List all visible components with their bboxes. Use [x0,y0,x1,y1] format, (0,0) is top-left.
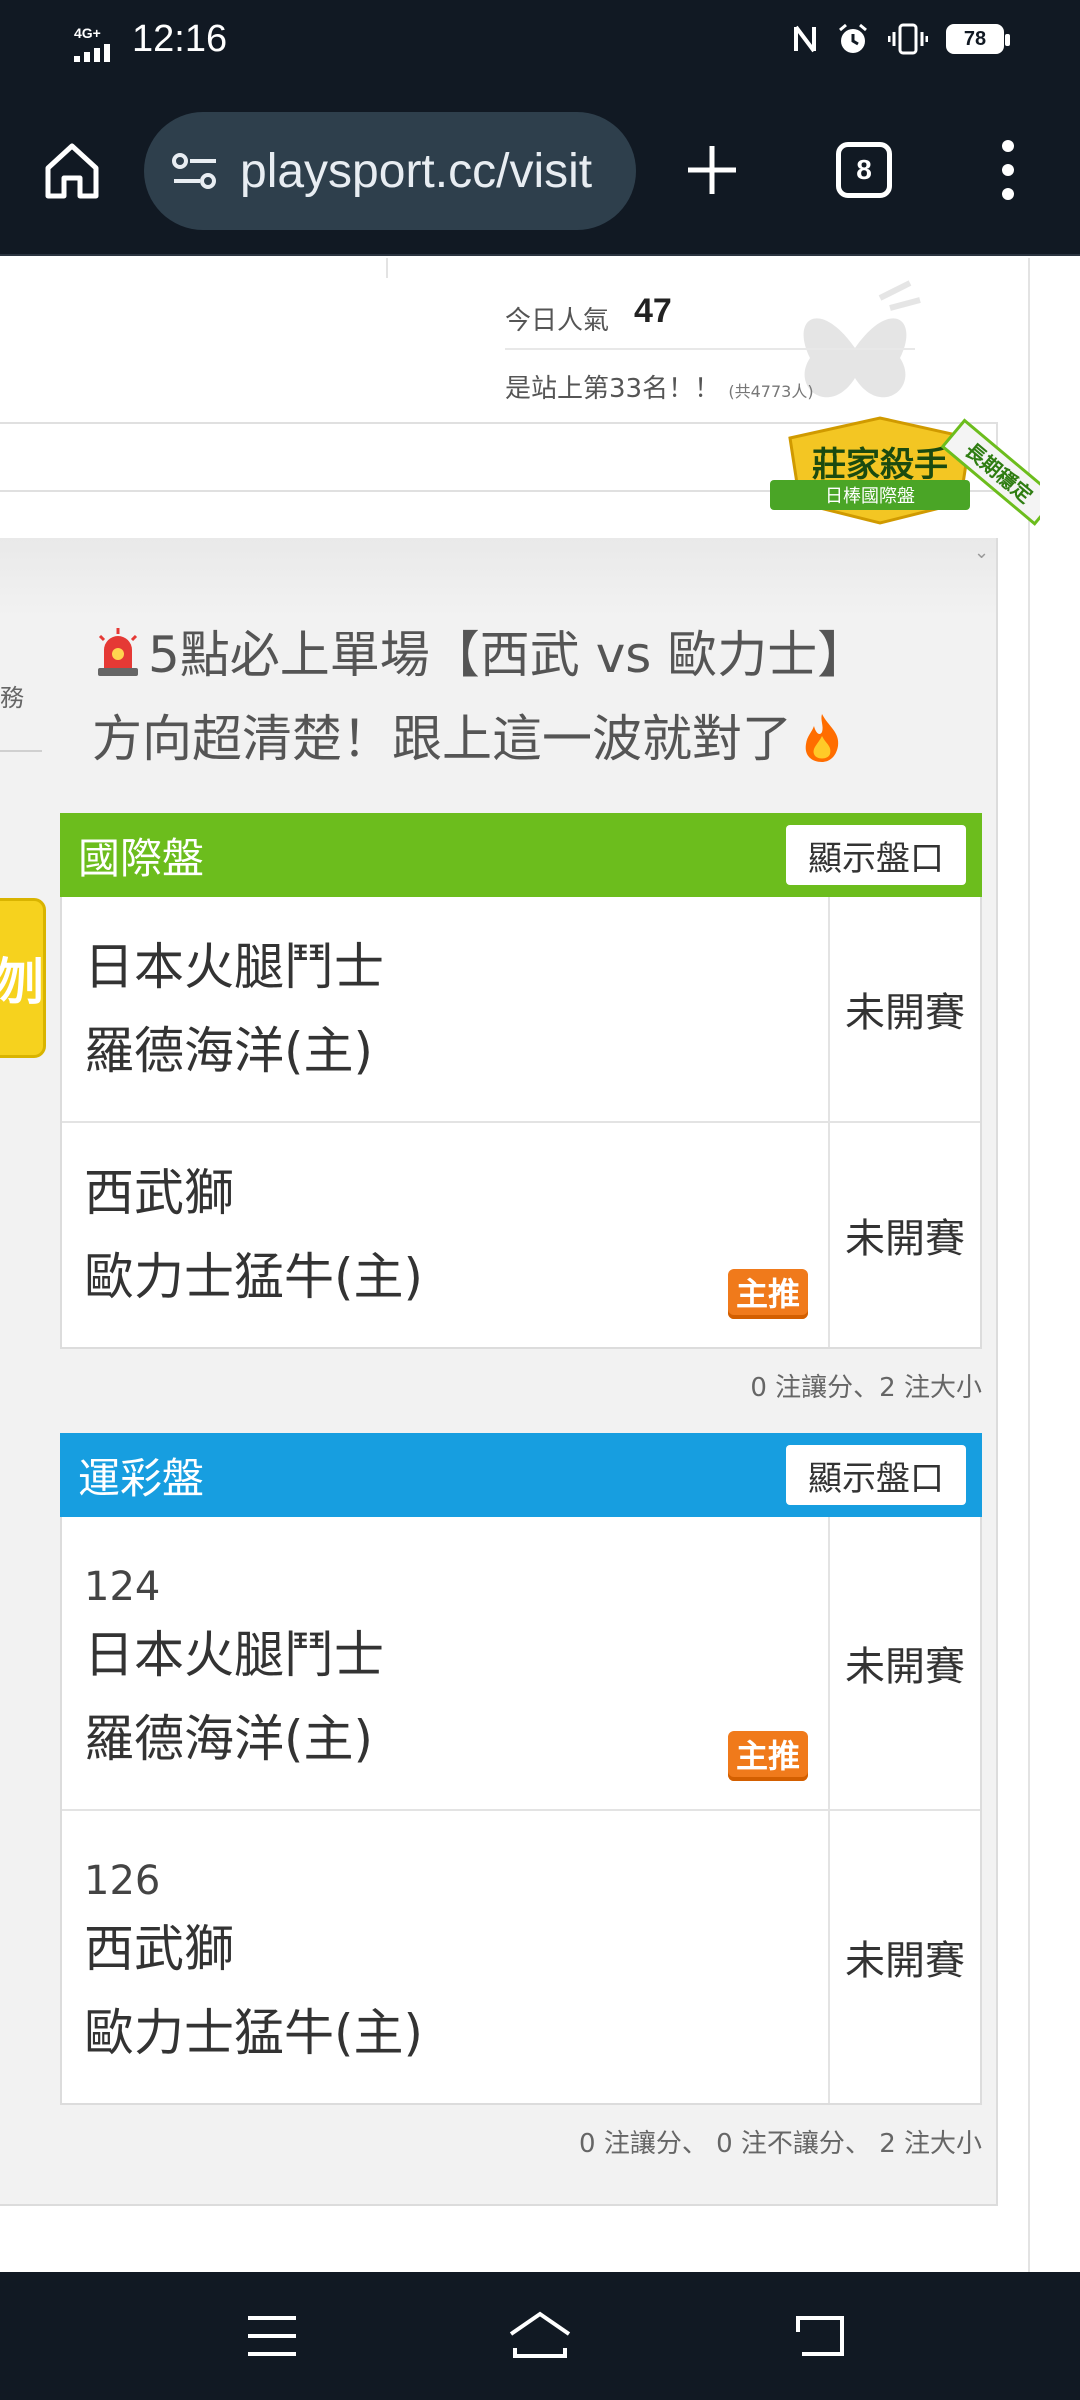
back-icon[interactable] [792,2308,852,2364]
url-text[interactable]: playsport.cc/visit [240,144,592,199]
intl-section-title: 國際盤 [78,833,205,883]
rank-label: 是站上第33名！！ [505,374,721,404]
lottery-section-header: 運彩盤 顯示盤口 [60,1433,982,1517]
show-odds-button[interactable]: 顯示盤口 [786,1445,966,1505]
divider [386,258,388,278]
signal-icon: 4G+ [74,25,110,62]
recent-apps-icon[interactable] [242,2308,302,2364]
overflow-menu-icon[interactable] [990,136,1026,204]
popularity-value: 47 [634,292,672,330]
svg-text:4G+: 4G+ [74,25,101,41]
main-pick-badge: 主推 [727,1269,808,1319]
tab-switcher-button[interactable]: 8 [836,142,892,198]
match-teams: 日本火腿鬥士 羅德海洋(主) [62,897,830,1121]
lottery-section-title: 運彩盤 [78,1453,205,1503]
popularity-label: 今日人氣 [505,306,610,336]
game-number: 124 [84,1564,161,1610]
away-team: 日本火腿鬥士 [84,1626,384,1684]
match-status: 未開賽 [845,1216,965,1262]
match-status: 未開賽 [845,1644,965,1690]
divider [0,750,42,752]
match-status: 未開賽 [845,1938,965,1984]
headline-line-1: 5點必上單場【西武 vs 歐力士】 [92,613,952,697]
home-nav-icon[interactable] [505,2308,575,2364]
vibrate-icon [888,23,928,55]
badge-subtitle: 日棒國際盤 [825,486,915,507]
match-row[interactable]: 西武獅 歐力士猛牛(主) 主推 未開賽 [62,1121,980,1347]
main-pick-badge: 主推 [727,1731,808,1781]
new-tab-icon[interactable] [680,138,744,202]
game-number: 126 [84,1858,161,1904]
system-nav-bar [0,2272,1080,2400]
butterfly-watermark-icon [803,280,921,398]
show-odds-button[interactable]: 顯示盤口 [786,825,966,885]
away-team: 西武獅 [84,1164,234,1222]
pick-summary: 0 注讓分、 0 注不讓分、 2 注大小 [579,2129,982,2159]
match-row[interactable]: 124 日本火腿鬥士 羅德海洋(主) 主推 未開賽 [62,1517,980,1809]
siren-icon [98,628,138,676]
web-page: 今日人氣 47 是站上第33名！！ (共4773人) ⌄ 務 刎 莊家殺手 日棒… [0,258,1080,2272]
achievement-badge: 莊家殺手 日棒國際盤 長期穩定 [770,416,1040,526]
home-team: 羅德海洋(主) [84,1710,374,1768]
status-bar: 4G+ 12:16 78 [0,0,1080,88]
side-tab-button[interactable]: 刎 [0,898,46,1058]
battery-icon: 78 [946,24,1010,54]
alarm-icon [839,23,867,53]
prediction-headline[interactable]: 5點必上單場【西武 vs 歐力士】 方向超清楚！跟上這一波就對了 [92,613,952,781]
fire-icon [805,714,839,762]
home-team: 歐力士猛牛(主) [84,1248,424,1306]
site-settings-icon[interactable] [170,145,222,197]
clock: 12:16 [132,18,228,60]
side-tab-label: 刎 [0,953,44,1011]
home-team: 歐力士猛牛(主) [84,2004,424,2062]
home-icon[interactable] [40,138,104,202]
away-team: 西武獅 [84,1920,234,1978]
intl-section-header: 國際盤 顯示盤口 [60,813,982,897]
badge-title: 莊家殺手 [812,445,948,485]
nfc-icon [794,25,816,53]
address-bar[interactable]: playsport.cc/visit [144,112,636,230]
headline-line-2: 方向超清楚！跟上這一波就對了 [92,697,952,781]
lottery-match-list: 124 日本火腿鬥士 羅德海洋(主) 主推 未開賽 126 西武獅 歐力士猛牛(… [60,1517,982,2105]
headline-text-2: 方向超清楚！跟上這一波就對了 [92,710,792,768]
lottery-odds-section: 運彩盤 顯示盤口 124 日本火腿鬥士 羅德海洋(主) 主推 未開賽 126 西… [60,1433,982,2160]
home-team: 羅德海洋(主) [84,1022,374,1080]
divider [1028,258,1030,2272]
match-teams: 124 日本火腿鬥士 羅德海洋(主) 主推 [62,1517,830,1809]
match-teams: 126 西武獅 歐力士猛牛(主) [62,1811,830,2103]
rank-text: 是站上第33名！！ (共4773人) [505,368,814,405]
browser-toolbar: playsport.cc/visit 8 [0,88,1080,256]
away-team: 日本火腿鬥士 [84,938,384,996]
intl-match-list: 日本火腿鬥士 羅德海洋(主) 未開賽 西武獅 歐力士猛牛(主) 主推 未開賽 [60,897,982,1349]
rank-total: (共4773人) [728,382,814,401]
match-row[interactable]: 日本火腿鬥士 羅德海洋(主) 未開賽 [62,897,980,1121]
match-status: 未開賽 [845,990,965,1036]
intl-odds-section: 國際盤 顯示盤口 日本火腿鬥士 羅德海洋(主) 未開賽 西武獅 歐力士猛牛(主)… [60,813,982,1404]
match-teams: 西武獅 歐力士猛牛(主) 主推 [62,1123,830,1347]
pick-summary: 0 注讓分、2 注大小 [750,1373,982,1403]
match-row[interactable]: 126 西武獅 歐力士猛牛(主) 未開賽 [62,1809,980,2103]
divider [505,348,915,350]
side-panel-fragment: 務 [0,684,24,712]
headline-text-1: 5點必上單場【西武 vs 歐力士】 [148,626,868,684]
